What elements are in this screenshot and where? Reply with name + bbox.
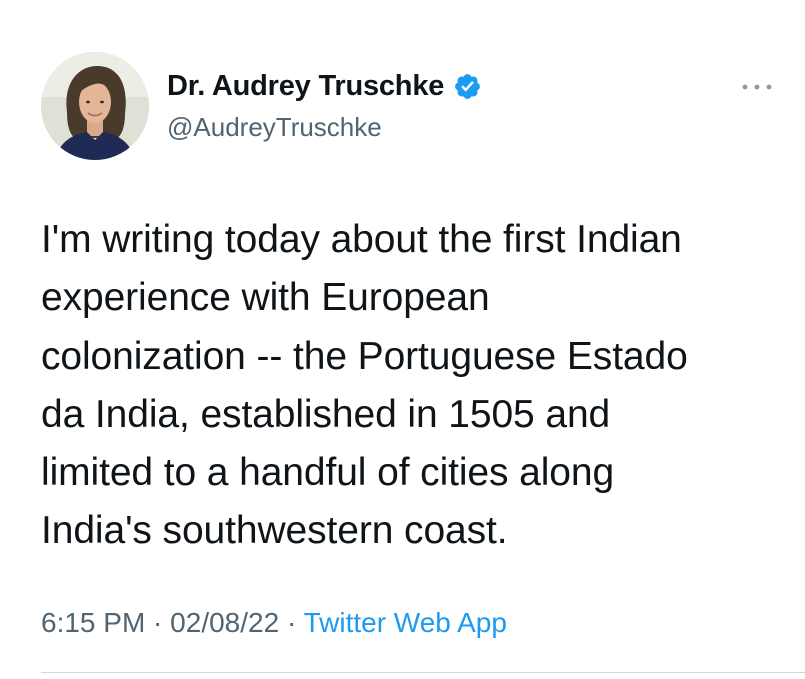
tweet-text-line: limited to a handful of cities along bbox=[41, 451, 615, 495]
more-horizontal-icon bbox=[742, 84, 772, 90]
author-block: Dr. Audrey Truschke @AudreyTruschke bbox=[167, 68, 482, 143]
tweet-text-line: I'm writing today about the first Indian bbox=[41, 218, 682, 261]
tweet-text-line: colonization -- the Portuguese Estado bbox=[41, 334, 688, 378]
tweet-card: Dr. Audrey Truschke @AudreyTruschke I'm … bbox=[0, 0, 805, 679]
meta-separator: · bbox=[145, 607, 171, 638]
tweet-time[interactable]: 6:15 PM bbox=[41, 607, 145, 638]
tweet-date[interactable]: 02/08/22 bbox=[170, 607, 279, 638]
tweet-text: I'm writing today about the first Indian… bbox=[41, 211, 793, 561]
tweet-text-line: India's southwestern coast. bbox=[41, 509, 508, 553]
verified-badge-icon bbox=[453, 72, 482, 101]
tweet-text-line: da India, established in 1505 and bbox=[41, 392, 611, 436]
tweet-source-link[interactable]: Twitter Web App bbox=[304, 607, 507, 638]
more-options-button[interactable] bbox=[737, 72, 777, 102]
avatar[interactable] bbox=[41, 52, 149, 160]
divider bbox=[41, 672, 805, 673]
tweet-text-line: experience with European bbox=[41, 276, 490, 320]
tweet-metadata: 6:15 PM · 02/08/22 · Twitter Web App bbox=[41, 607, 507, 639]
name-row: Dr. Audrey Truschke bbox=[167, 68, 482, 104]
meta-separator: · bbox=[279, 607, 304, 638]
display-name[interactable]: Dr. Audrey Truschke bbox=[167, 70, 444, 103]
profile-photo bbox=[41, 52, 149, 160]
username-handle[interactable]: @AudreyTruschke bbox=[167, 112, 482, 143]
